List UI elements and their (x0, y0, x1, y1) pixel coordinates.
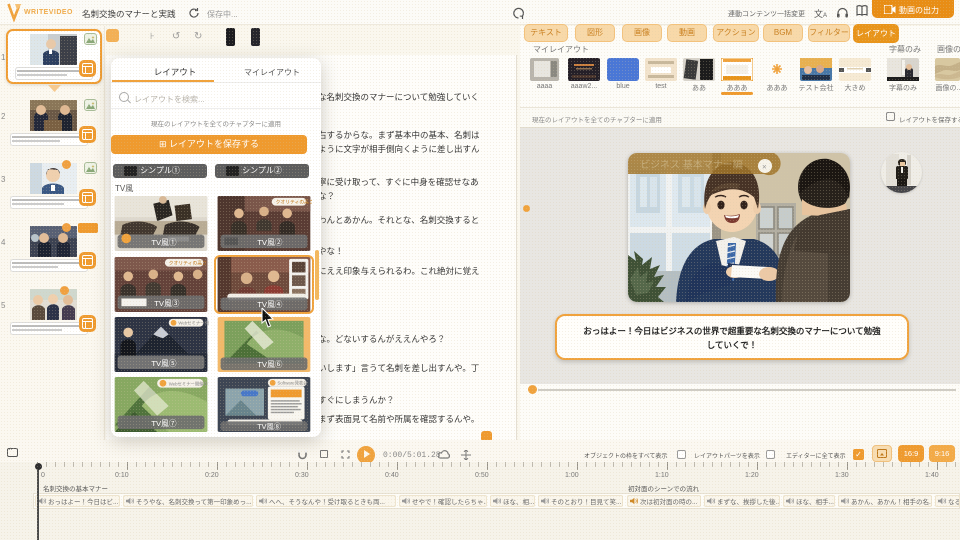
svg-text:TV風⑧: TV風⑧ (257, 422, 281, 431)
svg-text:ビジネス 基本マナー編: ビジネス 基本マナー編 (640, 158, 743, 171)
svg-text:×: × (762, 163, 767, 172)
svg-text:Webセミナー開催: Webセミナー開催 (178, 320, 209, 327)
svg-text:TV風③: TV風③ (154, 299, 180, 308)
svg-text:TV風②: TV風② (257, 238, 283, 247)
svg-text:Webセミナー開催中: Webセミナー開催中 (169, 381, 208, 388)
svg-text:Software発表会: Software発表会 (278, 380, 309, 387)
svg-text:TV風①: TV風① (151, 238, 177, 247)
svg-text:TV風⑥: TV風⑥ (257, 360, 283, 369)
svg-text:TV風⑤: TV風⑤ (151, 359, 177, 368)
svg-text:クオリティの高さ: クオリティの高さ (169, 260, 207, 267)
svg-text:TV風⑦: TV風⑦ (151, 419, 177, 428)
svg-text:クオリティの高さ: クオリティの高さ (276, 199, 312, 206)
